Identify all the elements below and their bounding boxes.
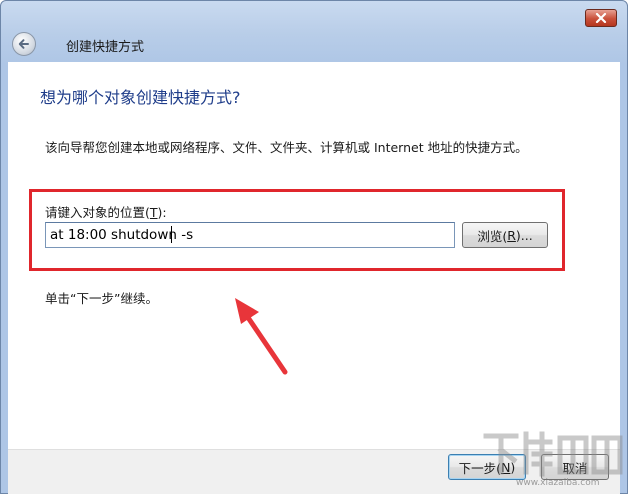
location-label-suffix: ):: [157, 205, 167, 220]
location-label-prefix: 请键入对象的位置(: [45, 205, 150, 220]
location-label-accesskey: T: [149, 205, 158, 220]
text-caret: [171, 226, 172, 243]
location-label: 请键入对象的位置(T):: [45, 202, 167, 221]
close-button[interactable]: [585, 9, 617, 27]
location-input[interactable]: [45, 222, 455, 248]
red-arrow-icon: [235, 298, 288, 375]
back-button[interactable]: [12, 32, 36, 56]
browse-suffix: )...: [515, 227, 533, 243]
back-arrow-icon: [18, 39, 29, 49]
wizard-title: 创建快捷方式: [66, 40, 145, 55]
close-icon: [595, 13, 607, 23]
page-heading: 想为哪个对象创建快捷方式?: [40, 88, 241, 107]
watermark-text: www.xiazaiba.com: [516, 478, 600, 488]
hint-text: 单击“下一步”继续。: [45, 291, 158, 306]
browse-button[interactable]: 浏览(R)...: [462, 222, 548, 248]
browse-prefix: 浏览(: [477, 228, 508, 244]
page-description: 该向导帮您创建本地或网络程序、文件、文件夹、计算机或 Internet 地址的快…: [45, 140, 528, 155]
browse-accesskey: R: [507, 227, 516, 243]
